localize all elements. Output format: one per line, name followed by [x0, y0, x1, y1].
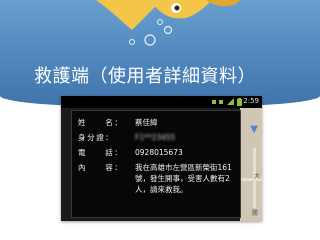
user-detail-dialog: 姓 名： 蔡佳緯 身分證： F1**23455 電 話： 0928015673 …: [71, 110, 241, 218]
phone-value[interactable]: 0928015673: [135, 147, 239, 158]
detail-row-phone: 電 話： 0928015673: [78, 147, 238, 159]
id-value: F1**23455: [135, 133, 176, 142]
detail-row-content: 內 容： 我在高雄市左營區新榮街161號，發生開事，受害人數有2人，請來救我。: [78, 162, 238, 202]
id-label: 身分證：: [78, 133, 115, 142]
phone-label: 電 話：: [78, 148, 124, 157]
map-location-pin-icon: ▼: [250, 124, 258, 135]
name-value: 蔡佳緯: [135, 118, 158, 127]
android-status-bar: 2:59: [61, 96, 262, 108]
map-background: ▼ 大 勝: [240, 108, 262, 221]
presentation-slide: 救護端（使用者詳細資料） 2:59 ▼ 大 勝 姓 名： 蔡佳緯 身分證： F1…: [0, 0, 320, 240]
detail-row-id: 身分證： F1**23455: [78, 132, 238, 144]
fish-illustration-icon: [96, 0, 240, 46]
map-label: 大: [253, 173, 260, 180]
content-value: 我在高雄市左營區新榮街161號，發生開事，受害人數有2人，請來救我。: [135, 163, 232, 194]
map-label: 勝: [251, 210, 258, 217]
status-indicators-icon: [212, 98, 242, 106]
slide-banner: 救護端（使用者詳細資料）: [0, 0, 320, 108]
name-label: 姓 名：: [78, 118, 124, 127]
phone-screenshot: 2:59 ▼ 大 勝 姓 名： 蔡佳緯 身分證： F1**23455 電 話： …: [61, 96, 262, 221]
content-label: 內 容：: [78, 163, 124, 172]
detail-row-name: 姓 名： 蔡佳緯: [78, 117, 238, 129]
status-time: 2:59: [243, 97, 259, 105]
slide-title: 救護端（使用者詳細資料）: [34, 66, 256, 87]
